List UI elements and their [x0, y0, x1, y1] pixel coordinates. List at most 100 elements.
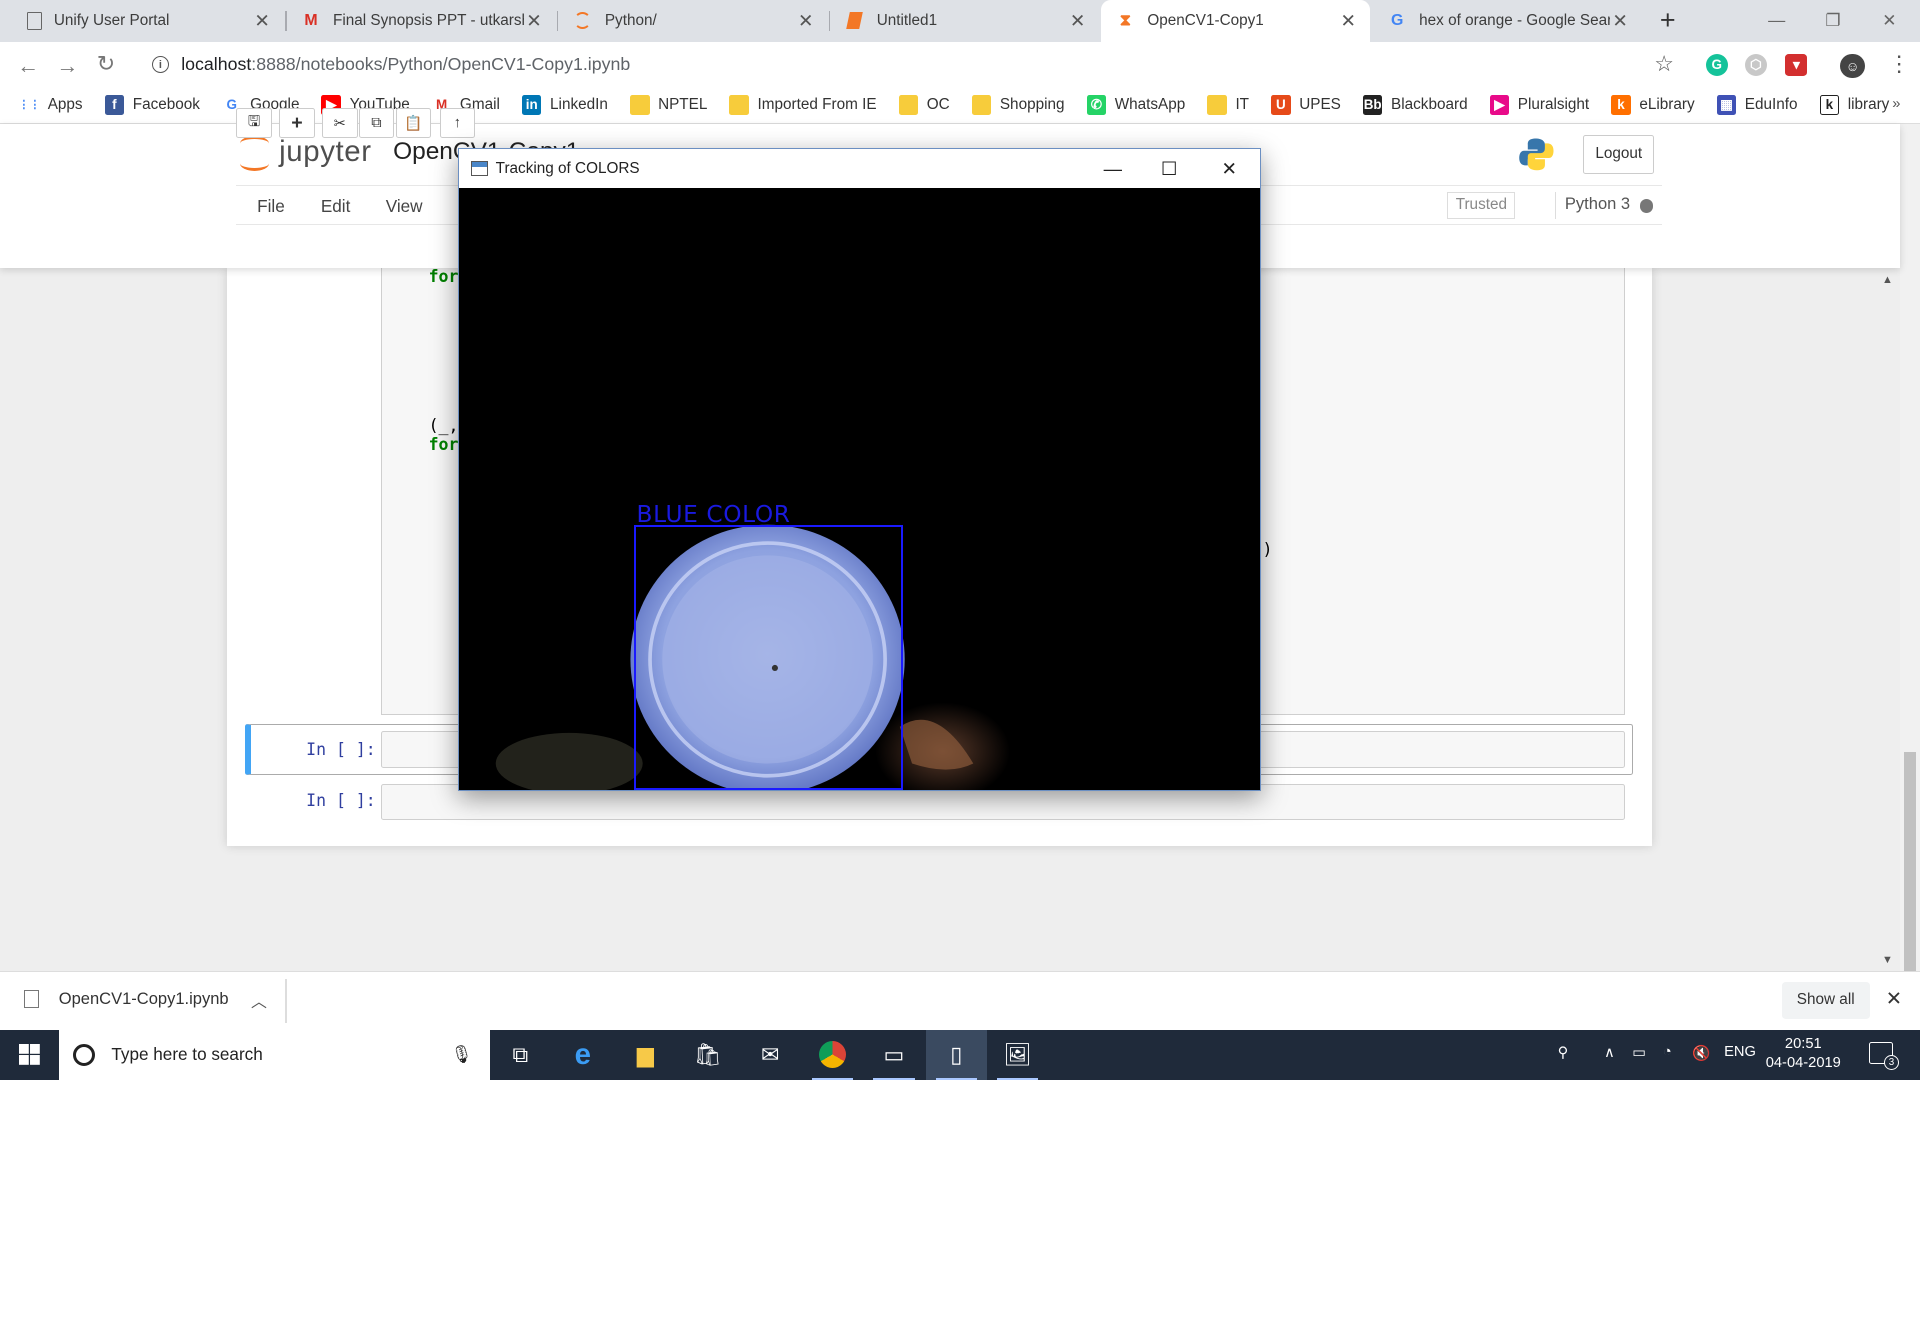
tab-python[interactable]: Python/ ✕ — [558, 0, 827, 42]
language-indicator[interactable]: ENG — [1724, 1044, 1756, 1060]
bookmark-apps[interactable]: ⋮⋮ Apps — [18, 95, 82, 115]
tab-title: Final Synopsis PPT - utkarsh — [333, 11, 525, 29]
bookmark-pluralsight[interactable]: ▶ Pluralsight — [1489, 95, 1589, 115]
address-bar[interactable]: i localhost:8888/notebooks/Python/OpenCV… — [134, 47, 1703, 83]
bookmarks-more[interactable]: » — [1892, 96, 1900, 112]
move-button[interactable]: ↑ — [439, 107, 476, 139]
task-view-icon[interactable]: ⧉ — [490, 1030, 551, 1080]
window-close-button[interactable]: ✕ — [1861, 0, 1917, 42]
opencv-minimize-button[interactable]: — — [1085, 149, 1141, 188]
url-text[interactable]: localhost:8888/notebooks/Python/OpenCV1-… — [181, 54, 630, 75]
opencv-close-button[interactable]: ✕ — [1201, 149, 1257, 188]
tab-unify[interactable]: Unify User Portal ✕ — [12, 0, 284, 42]
bookmark-linkedin[interactable]: in LinkedIn — [521, 95, 608, 115]
back-icon[interactable]: ← — [17, 53, 39, 79]
close-icon[interactable]: ✕ — [524, 10, 544, 32]
extension-icon[interactable]: ⬡ — [1744, 53, 1767, 76]
minimize-button[interactable]: — — [1749, 0, 1805, 42]
close-icon[interactable]: ✕ — [252, 10, 272, 32]
bookmark-eduinfo[interactable]: ▦ EduInfo — [1716, 95, 1798, 115]
grammarly-icon[interactable]: G — [1705, 53, 1728, 76]
bookmark-upes[interactable]: U UPES — [1271, 95, 1341, 115]
avatar[interactable]: ☺ — [1840, 53, 1865, 79]
bookmark-blackboard[interactable]: Bb Blackboard — [1362, 95, 1468, 115]
trusted-badge[interactable]: Trusted — [1447, 192, 1516, 219]
close-icon[interactable]: ✕ — [1068, 10, 1088, 32]
clock[interactable]: 20:51 04-04-2019 — [1766, 1035, 1841, 1074]
logout-button[interactable]: Logout — [1583, 134, 1655, 174]
chrome-icon[interactable] — [802, 1030, 863, 1080]
microphone-icon[interactable]: 🎙 — [451, 1044, 473, 1065]
menu-file[interactable]: File — [257, 196, 285, 217]
kernel-name[interactable]: Python 3 — [1565, 194, 1630, 214]
opencv-maximize-button[interactable]: ☐ — [1141, 149, 1197, 188]
cell-prompt: In [ ]: — [306, 739, 376, 759]
cut-button[interactable]: ✂ — [322, 107, 358, 139]
bookmark-facebook[interactable]: f Facebook — [104, 95, 200, 115]
file-explorer-icon[interactable]: ▆ — [615, 1030, 676, 1080]
show-all-button[interactable]: Show all — [1781, 981, 1870, 1019]
menu-icon[interactable]: ⋮ — [1888, 51, 1910, 77]
bookmark-oc[interactable]: OC — [898, 95, 950, 115]
forward-icon[interactable]: → — [56, 53, 78, 79]
opencv-window-titlebar[interactable]: Tracking of COLORS — ☐ ✕ — [458, 149, 1260, 189]
bookmark-whatsapp[interactable]: ✆ WhatsApp — [1086, 95, 1185, 115]
page-scrollbar[interactable] — [1900, 123, 1920, 1071]
url-path: :8888/notebooks/Python/OpenCV1-Copy1.ipy… — [251, 54, 631, 75]
paste-button[interactable]: 📋 — [395, 107, 431, 139]
tab-opencv1-copy1[interactable]: ⧗ OpenCV1-Copy1 ✕ — [1100, 0, 1371, 42]
new-tab-button[interactable]: + — [1652, 5, 1684, 37]
tab-untitled1[interactable]: Untitled1 ✕ — [830, 0, 1099, 42]
scroll-down-icon[interactable]: ▼ — [1882, 954, 1893, 966]
download-separator — [285, 979, 287, 1024]
bookmark-elibrary[interactable]: k eLibrary — [1611, 95, 1695, 115]
bookmark-shopping[interactable]: Shopping — [971, 95, 1065, 115]
close-icon[interactable]: ✕ — [796, 10, 816, 32]
store-icon[interactable]: 🛍 — [677, 1030, 738, 1080]
chevron-up-icon[interactable]: ∧ — [1604, 1044, 1615, 1061]
edge-icon[interactable]: e — [552, 1030, 613, 1080]
whatsapp-icon: ✆ — [1086, 95, 1107, 115]
notifications-icon[interactable]: 3 — [1868, 1042, 1900, 1071]
download-item[interactable]: OpenCV1-Copy1.ipynb — [24, 989, 229, 1009]
notepad-icon[interactable]: ▯ — [925, 1029, 987, 1080]
bookmark-nptel[interactable]: NPTEL — [629, 95, 707, 115]
jupyter-icon — [240, 133, 270, 171]
bookmark-library[interactable]: k library — [1819, 95, 1889, 115]
chevron-up-icon[interactable]: ︿ — [251, 989, 267, 1012]
folder-icon — [1207, 95, 1227, 115]
close-icon[interactable]: ✕ — [1338, 10, 1358, 32]
tab-google-search[interactable]: G hex of orange - Google Search ✕ — [1373, 0, 1642, 42]
scroll-up-icon[interactable]: ▲ — [1882, 274, 1893, 286]
copy-icon: ⧉ — [371, 115, 382, 132]
photos-icon[interactable]: 🖼 — [987, 1030, 1048, 1080]
menu-view[interactable]: View — [386, 196, 423, 217]
info-icon[interactable]: i — [151, 56, 169, 74]
folder-icon — [729, 95, 749, 115]
tab-gmail[interactable]: M Final Synopsis PPT - utkarsh ✕ — [287, 0, 556, 42]
pocket-icon[interactable]: ▾ — [1785, 53, 1808, 76]
start-button[interactable] — [0, 1030, 59, 1080]
star-icon[interactable]: ☆ — [1654, 51, 1674, 77]
bookmark-it[interactable]: IT — [1207, 95, 1249, 115]
reload-icon[interactable]: ↻ — [97, 51, 115, 77]
wifi-icon[interactable]: ◔ — [1663, 1044, 1672, 1060]
battery-icon[interactable]: ▭ — [1632, 1044, 1646, 1061]
save-button[interactable]: 🖫 — [236, 107, 272, 139]
bookmark-label: IT — [1235, 95, 1250, 113]
people-icon[interactable]: ⚲ — [1558, 1044, 1569, 1061]
copy-button[interactable]: ⧉ — [358, 107, 395, 139]
jupyter-logo[interactable]: jupyter — [240, 133, 372, 171]
insert-cell-button[interactable]: + — [279, 107, 315, 139]
taskbar-search[interactable]: Type here to search 🎙 — [58, 1029, 490, 1080]
menu-edit[interactable]: Edit — [321, 196, 351, 217]
bookmark-imported-from-ie[interactable]: Imported From IE — [729, 95, 877, 115]
google-icon: G — [1390, 11, 1404, 29]
close-icon[interactable]: ✕ — [1610, 10, 1630, 32]
mail-icon[interactable]: ✉ — [740, 1030, 801, 1080]
close-icon[interactable]: ✕ — [1886, 987, 1902, 1011]
volume-muted-icon[interactable]: 🔇 — [1692, 1044, 1710, 1062]
opencv-window[interactable]: Tracking of COLORS — ☐ ✕ BLUE COLOR — [457, 148, 1262, 792]
restore-button[interactable]: ❐ — [1805, 0, 1861, 42]
terminal-icon[interactable]: ▭ — [863, 1030, 924, 1080]
